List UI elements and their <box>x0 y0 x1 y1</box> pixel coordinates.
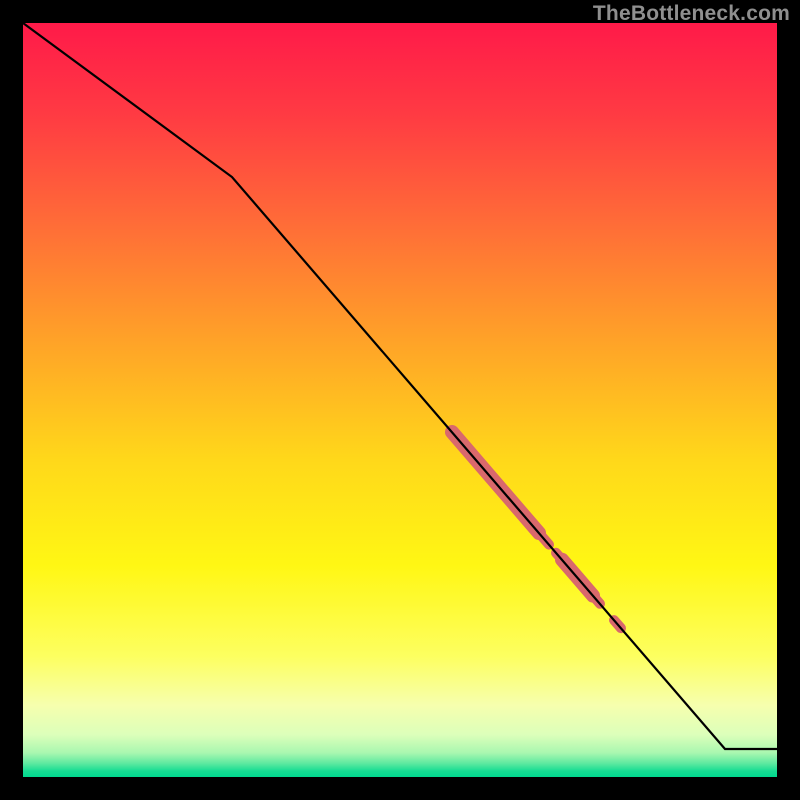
chart-stage: { "watermark": "TheBottleneck.com", "col… <box>0 0 800 800</box>
chart-svg <box>0 0 800 800</box>
plot-background <box>23 23 777 777</box>
watermark-text: TheBottleneck.com <box>593 2 790 26</box>
